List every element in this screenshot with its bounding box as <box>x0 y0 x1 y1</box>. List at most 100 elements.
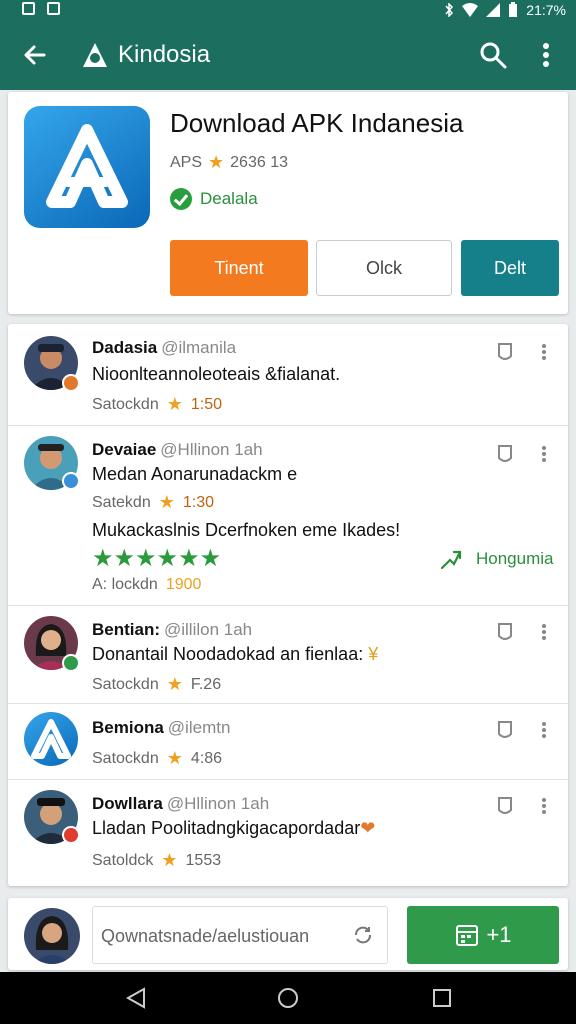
verified-label: Dealala <box>200 189 258 208</box>
review-text: Lladan Poolitadngkigacapordadar❤ <box>92 818 375 839</box>
badge-icon <box>62 374 80 392</box>
review-handle: @ilemtn <box>167 718 231 737</box>
app-title: Download APK Indanesia <box>170 108 464 138</box>
app-bar: Kindosia <box>0 22 576 90</box>
bluetooth-icon <box>445 3 454 17</box>
check-circle-icon <box>170 188 192 210</box>
nav-back-icon[interactable] <box>124 986 148 1010</box>
app-meta: APS ★ 2636 13 <box>170 152 288 173</box>
refresh-icon[interactable] <box>352 924 374 946</box>
review-author: Devaiae <box>92 440 157 459</box>
shield-icon[interactable] <box>496 620 514 642</box>
app-meta-prefix: APS <box>170 153 203 171</box>
avatar[interactable] <box>24 712 78 766</box>
review-meta-label: Satockdn <box>92 675 159 693</box>
app-bar-title: Kindosia <box>118 41 211 68</box>
more-vert-icon[interactable] <box>540 342 548 362</box>
battery-icon <box>509 2 518 17</box>
review-sub-meta: A: lockdn 1900 <box>92 576 201 594</box>
review-header: Bentian: @illilon 1ah <box>92 620 252 640</box>
app-meta-suffix: 2636 13 <box>230 153 288 171</box>
app-card: Download APK Indanesia APS ★ 2636 13 Dea… <box>8 92 568 314</box>
star-icon: ★ <box>166 394 183 414</box>
verified-row: Dealala <box>170 188 258 210</box>
review-meta-label: Satoldck <box>92 851 154 869</box>
review-sub-meta-label: A: lockdn <box>92 576 158 593</box>
review-item: Devaiae @Hllinon 1ah Medan Aonarunadackm … <box>8 426 568 606</box>
review-text: Medan Aonarunadackm e <box>92 464 298 484</box>
wifi-icon <box>462 3 479 17</box>
status-time: 21:7% <box>526 2 566 18</box>
calendar-icon <box>456 925 479 946</box>
shield-icon[interactable] <box>496 718 514 740</box>
signal-icon <box>486 3 501 17</box>
more-vert-icon[interactable] <box>536 40 556 70</box>
secondary-button[interactable]: Olck <box>316 240 452 296</box>
review-item: Dadasia @ilmanila Nioonlteannoleoteais &f… <box>8 324 568 426</box>
review-meta: Satockdn ★ 4:86 <box>92 748 222 769</box>
review-rating: 1:30 <box>182 493 214 511</box>
trending-label[interactable]: Hongumia <box>440 548 554 570</box>
review-meta: Satockdn ★ F.26 <box>92 674 221 695</box>
green-star-rating: ★★★★★★ <box>92 545 222 572</box>
star-icon: ★ <box>208 152 225 172</box>
review-meta-label: Satockdn <box>92 395 159 413</box>
shield-icon[interactable] <box>496 794 514 816</box>
star-icon: ★ <box>166 748 183 768</box>
notification-icon <box>22 2 35 15</box>
badge-icon <box>62 472 80 490</box>
trending-icon <box>440 550 462 570</box>
review-rating: 1:50 <box>190 395 222 413</box>
gallery-icon <box>47 2 60 15</box>
review-author: Bemiona <box>92 718 164 737</box>
star-icon: ★ <box>158 492 175 512</box>
badge-icon <box>62 654 80 672</box>
tertiary-button[interactable]: Delt <box>461 240 559 296</box>
more-vert-icon[interactable] <box>540 796 548 816</box>
system-nav-bar <box>0 972 576 1024</box>
nav-home-icon[interactable] <box>276 986 300 1010</box>
shield-icon[interactable] <box>496 442 514 464</box>
more-vert-icon[interactable] <box>540 720 548 740</box>
star-icon: ★ <box>161 850 178 870</box>
review-meta: Satekdn ★ 1:30 <box>92 492 214 513</box>
review-text-content: Donantail Noodadokad an fienlaa: <box>92 644 364 664</box>
review-handle: @Hllinon 1ah <box>160 440 263 459</box>
review-text: Nioonlteannoleoteais &fialanat. <box>92 364 341 384</box>
review-meta-label: Satekdn <box>92 493 151 511</box>
star-icon: ★ <box>166 674 183 694</box>
primary-button[interactable]: Tinent <box>170 240 308 296</box>
review-meta: Satockdn ★ 1:50 <box>92 394 222 415</box>
shield-icon[interactable] <box>496 340 514 362</box>
comment-input[interactable]: Qownatsnade/aelustiouan <box>92 906 388 964</box>
post-button-label: +1 <box>486 922 512 947</box>
search-icon[interactable] <box>478 40 508 70</box>
back-arrow-icon[interactable] <box>20 40 50 70</box>
review-text-content: Lladan Poolitadngkigacapordadar <box>92 818 361 838</box>
more-vert-icon[interactable] <box>540 622 548 642</box>
emoji-icon: ❤ <box>360 818 376 838</box>
review-item: Bentian: @illilon 1ah Donantail Noodadoka… <box>8 606 568 704</box>
app-logo-icon <box>83 43 107 67</box>
review-header: Dadasia @ilmanila <box>92 338 236 358</box>
review-handle: @Hllinon 1ah <box>166 794 270 813</box>
review-item: Dowllara @Hllinon 1ah Lladan Poolitadngki… <box>8 780 568 886</box>
review-author: Dadasia <box>92 338 158 357</box>
review-rating: F.26 <box>190 675 222 693</box>
more-vert-icon[interactable] <box>540 444 548 464</box>
review-handle: @ilmanila <box>161 338 237 357</box>
user-avatar[interactable] <box>24 908 80 964</box>
review-item: Bemiona @ilemtn Satockdn ★ 4:86 <box>8 704 568 780</box>
trending-text: Hongumia <box>476 549 554 568</box>
review-header: Devaiae @Hllinon 1ah <box>92 440 263 460</box>
review-sub-meta-value: 1900 <box>165 576 202 593</box>
review-text: Donantail Noodadokad an fienlaa: ¥ <box>92 644 378 665</box>
post-button[interactable]: +1 <box>407 906 559 964</box>
nav-recents-icon[interactable] <box>430 986 454 1010</box>
review-extra-text: Mukackaslnis Dcerfnoken eme Ikades! <box>92 520 401 540</box>
reviews-panel: Dadasia @ilmanila Nioonlteannoleoteais &f… <box>8 324 568 886</box>
review-rating: 4:86 <box>190 749 222 767</box>
badge-icon <box>62 826 80 844</box>
emoji-icon: ¥ <box>368 644 379 664</box>
review-author: Bentian: <box>92 620 160 639</box>
